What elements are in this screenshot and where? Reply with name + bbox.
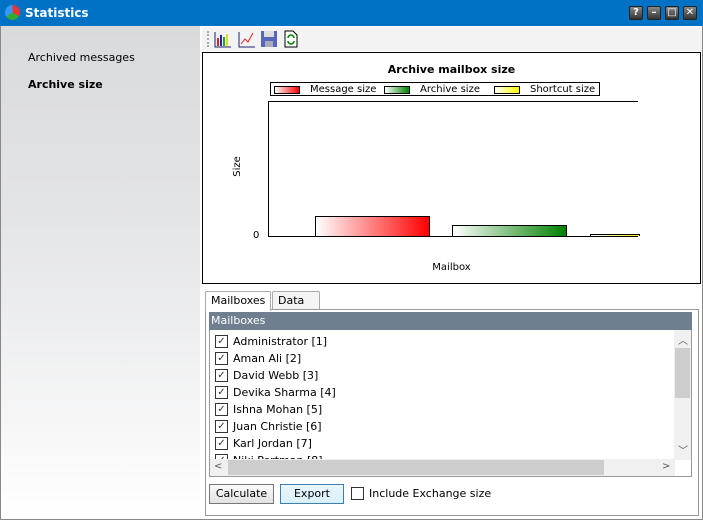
checkbox[interactable]: ✓: [215, 437, 228, 450]
mailbox-label: David Webb [3]: [233, 369, 319, 382]
list-item[interactable]: ✓ Juan Christie [6]: [215, 418, 322, 435]
sidebar-item-archived-messages[interactable]: Archived messages: [28, 51, 135, 64]
legend-swatch: [384, 85, 410, 94]
help-icon[interactable]: ?: [629, 6, 643, 20]
save-icon[interactable]: [260, 30, 278, 48]
scroll-down-icon[interactable]: ﹀: [678, 442, 688, 457]
list-item[interactable]: ✓ Aman Ali [2]: [215, 350, 301, 367]
bar-shortcut-size: [590, 234, 640, 236]
scroll-thumb[interactable]: [228, 460, 604, 475]
chart-title: Archive mailbox size: [387, 63, 516, 76]
line-chart-icon[interactable]: [238, 30, 256, 48]
horizontal-scrollbar[interactable]: < >: [210, 459, 675, 476]
checkbox[interactable]: ✓: [215, 420, 228, 433]
legend-item: Archive size: [384, 84, 480, 95]
toolbar: [202, 27, 702, 51]
sidebar-item-archive-size[interactable]: Archive size: [28, 78, 103, 91]
mailbox-label: Devika Sharma [4]: [233, 386, 336, 399]
legend-item: Message size: [274, 84, 376, 95]
legend-label: Archive size: [420, 84, 480, 95]
sidebar: Archived messages Archive size: [1, 26, 200, 519]
plot-area: [268, 101, 640, 237]
list-item[interactable]: ✓ Ishna Mohan [5]: [215, 401, 322, 418]
x-axis-label: Mailbox: [432, 262, 471, 273]
scroll-thumb[interactable]: [675, 348, 690, 398]
close-icon[interactable]: ✕: [683, 6, 697, 20]
mailbox-list: ✓Niki Portman [8]✓Karl Jordan [7]✓Juan C…: [209, 330, 692, 477]
window-title: Statistics: [25, 6, 89, 20]
tab-mailboxes[interactable]: Mailboxes: [205, 291, 272, 311]
legend-swatch: [274, 85, 300, 94]
minimize-icon[interactable]: –: [647, 6, 661, 20]
legend: Message size Archive size Shortcut size: [270, 82, 600, 96]
bar-message-size: [315, 216, 430, 236]
checkbox[interactable]: ✓: [215, 352, 228, 365]
checkbox[interactable]: ✓: [215, 335, 228, 348]
title-bar: Statistics ? – □ ✕: [0, 0, 703, 26]
scroll-right-icon[interactable]: >: [662, 461, 670, 472]
checkbox[interactable]: ✓: [215, 403, 228, 416]
scroll-left-icon[interactable]: <: [214, 461, 222, 472]
export-button[interactable]: Export: [280, 484, 344, 504]
y-axis-label: Size: [231, 156, 243, 177]
app-icon: [5, 5, 20, 20]
refresh-icon[interactable]: [282, 30, 300, 48]
chart: Archive mailbox size Message size Archiv…: [202, 52, 701, 284]
vertical-scrollbar[interactable]: ︿ ﹀: [674, 330, 691, 460]
checkbox[interactable]: ✓: [215, 369, 228, 382]
calculate-button[interactable]: Calculate: [209, 484, 274, 504]
scroll-up-icon[interactable]: ︿: [678, 332, 688, 347]
legend-swatch: [494, 85, 520, 94]
include-exchange-label: Include Exchange size: [369, 487, 492, 500]
mailbox-label: Aman Ali [2]: [233, 352, 302, 365]
mailbox-label: Administrator [1]: [233, 335, 328, 348]
include-exchange-checkbox[interactable]: [351, 487, 364, 500]
legend-item: Shortcut size: [494, 84, 595, 95]
list-item[interactable]: ✓ Administrator [1]: [215, 333, 327, 350]
maximize-icon[interactable]: □: [665, 6, 679, 20]
mailbox-label: Juan Christie [6]: [233, 420, 322, 433]
list-item[interactable]: ✓ Devika Sharma [4]: [215, 384, 336, 401]
mailbox-label: Ishna Mohan [5]: [233, 403, 323, 416]
list-item[interactable]: ✓ David Webb [3]: [215, 367, 318, 384]
tab-data[interactable]: Data: [272, 291, 320, 310]
legend-label: Shortcut size: [530, 84, 596, 95]
list-item[interactable]: ✓ Karl Jordan [7]: [215, 435, 312, 452]
mailbox-label: Karl Jordan [7]: [233, 437, 312, 450]
y-tick-label: 0: [253, 230, 260, 241]
checkbox[interactable]: ✓: [215, 386, 228, 399]
legend-label: Message size: [310, 84, 377, 95]
bar-chart-icon[interactable]: [214, 30, 232, 48]
toolbar-grip: [207, 31, 209, 47]
bar-archive-size: [452, 225, 567, 236]
mailboxes-header: Mailboxes: [209, 312, 692, 330]
